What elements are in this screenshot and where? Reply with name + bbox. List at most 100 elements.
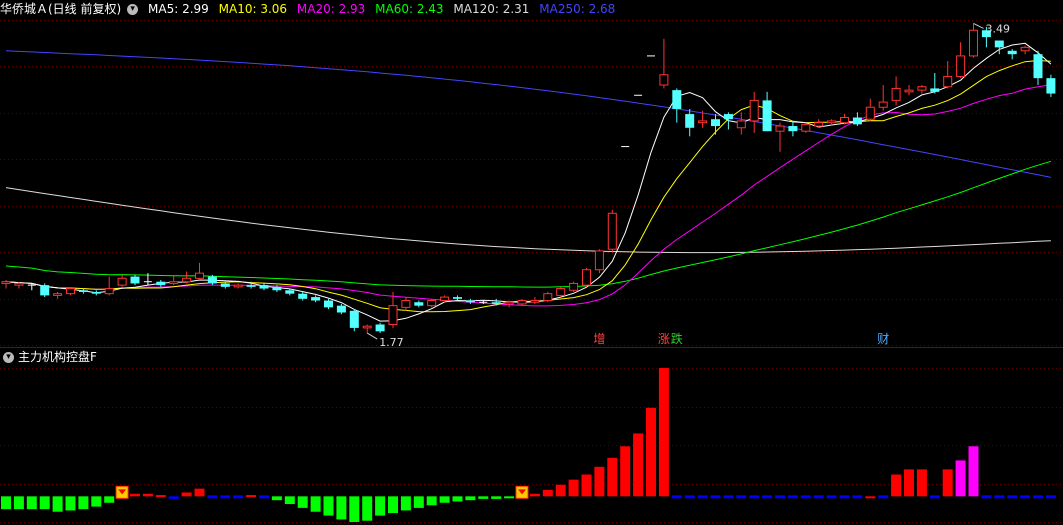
indicator-bar	[555, 484, 566, 497]
candle-body	[78, 290, 88, 292]
candle-body	[401, 300, 411, 308]
indicator-bar	[581, 474, 592, 497]
indicator-bar	[1007, 495, 1018, 499]
candle-body	[272, 286, 282, 291]
candle-body	[169, 281, 179, 284]
candle-body	[865, 106, 875, 120]
candle-body	[440, 296, 450, 302]
indicator-bar	[723, 495, 734, 499]
candle-body	[285, 290, 295, 294]
price-chart: 3.49 1.77 增 涨跌 财	[0, 20, 1063, 523]
candle-body	[659, 74, 669, 86]
candle-body	[182, 277, 192, 283]
candle-body	[969, 29, 978, 57]
indicator-bar	[1033, 495, 1043, 499]
indicator-bar	[426, 496, 437, 506]
indicator-bar	[388, 496, 398, 514]
candle-body	[788, 126, 798, 132]
ma20-line	[5, 84, 1051, 307]
indicator-bar	[207, 495, 218, 499]
indicator-bar	[220, 495, 231, 499]
indicator-bar	[594, 466, 605, 497]
candle-body	[749, 99, 759, 122]
candle-body	[943, 75, 953, 88]
candle-body	[917, 86, 927, 91]
indicator-bar	[52, 496, 63, 512]
candle-body	[930, 88, 940, 92]
indicator-bar	[955, 460, 966, 497]
candle-body	[827, 120, 837, 124]
candle-body	[324, 300, 333, 308]
indicator-bar	[865, 496, 876, 499]
candle-body	[775, 125, 785, 132]
indicator-bar	[284, 496, 295, 505]
indicator-bar	[968, 446, 979, 497]
candle-body	[207, 276, 217, 284]
candle-body	[517, 300, 527, 305]
candle-body	[1007, 50, 1017, 55]
candle-body	[195, 272, 204, 279]
indicator-bar	[259, 495, 269, 499]
indicator-bar	[994, 495, 1005, 499]
event-marker: 涨	[658, 331, 670, 346]
candle-body	[685, 114, 695, 128]
indicator-bar	[671, 495, 682, 499]
indicator-bar	[839, 495, 850, 499]
indicator-bar	[323, 496, 334, 516]
indicator-bar	[697, 495, 708, 499]
indicator-bar	[775, 495, 785, 499]
indicator-bar	[658, 368, 669, 497]
candle-body	[904, 89, 914, 93]
indicator-bar	[271, 496, 282, 501]
candle-body	[53, 293, 63, 296]
candle-body	[298, 293, 308, 299]
indicator-bar	[762, 495, 773, 499]
indicator-bar	[826, 495, 837, 499]
indicator-bar	[607, 457, 618, 497]
candle-body	[736, 120, 746, 129]
indicator-bar	[465, 496, 476, 501]
indicator-bar	[349, 496, 360, 522]
candle-body	[388, 305, 398, 325]
candle-body	[543, 293, 553, 302]
indicator-bar	[413, 496, 424, 508]
indicator-bar	[620, 446, 631, 497]
ma5-line	[5, 42, 1052, 322]
candle-body	[556, 288, 566, 296]
candle-body	[362, 325, 372, 329]
indicator-bar	[542, 489, 553, 497]
candle-body	[349, 310, 359, 328]
indicator-bar	[1, 496, 11, 510]
candle-body	[723, 114, 733, 120]
indicator-bar	[736, 495, 747, 499]
indicator-bar	[878, 495, 889, 499]
indicator-bar	[813, 495, 824, 499]
candle-body	[891, 87, 901, 101]
low-pointer	[366, 332, 378, 340]
indicator-bar	[1045, 495, 1056, 499]
candle-body	[156, 281, 166, 286]
candle-body	[530, 300, 540, 303]
indicator-bar	[710, 495, 721, 499]
indicator-bar	[26, 496, 37, 510]
candle-body	[711, 119, 720, 127]
indicator-bar	[452, 496, 463, 502]
indicator-bar	[929, 495, 940, 499]
candle-body	[504, 301, 514, 305]
event-marker: 增	[593, 332, 605, 346]
indicator-bar	[400, 496, 411, 511]
candle-body	[104, 288, 114, 295]
candle-body	[259, 285, 269, 289]
high-pointer	[973, 22, 984, 29]
indicator-bar	[529, 493, 540, 497]
indicator-bar	[13, 496, 24, 510]
indicator-bar	[78, 496, 89, 510]
indicator-bar	[891, 474, 902, 497]
candle-body	[814, 122, 824, 127]
candle-body	[375, 324, 385, 332]
candle-body	[852, 117, 862, 125]
candle-body	[1020, 46, 1030, 52]
candle-body	[130, 276, 140, 284]
indicator-bar	[981, 495, 992, 499]
indicator-bar	[130, 493, 140, 497]
